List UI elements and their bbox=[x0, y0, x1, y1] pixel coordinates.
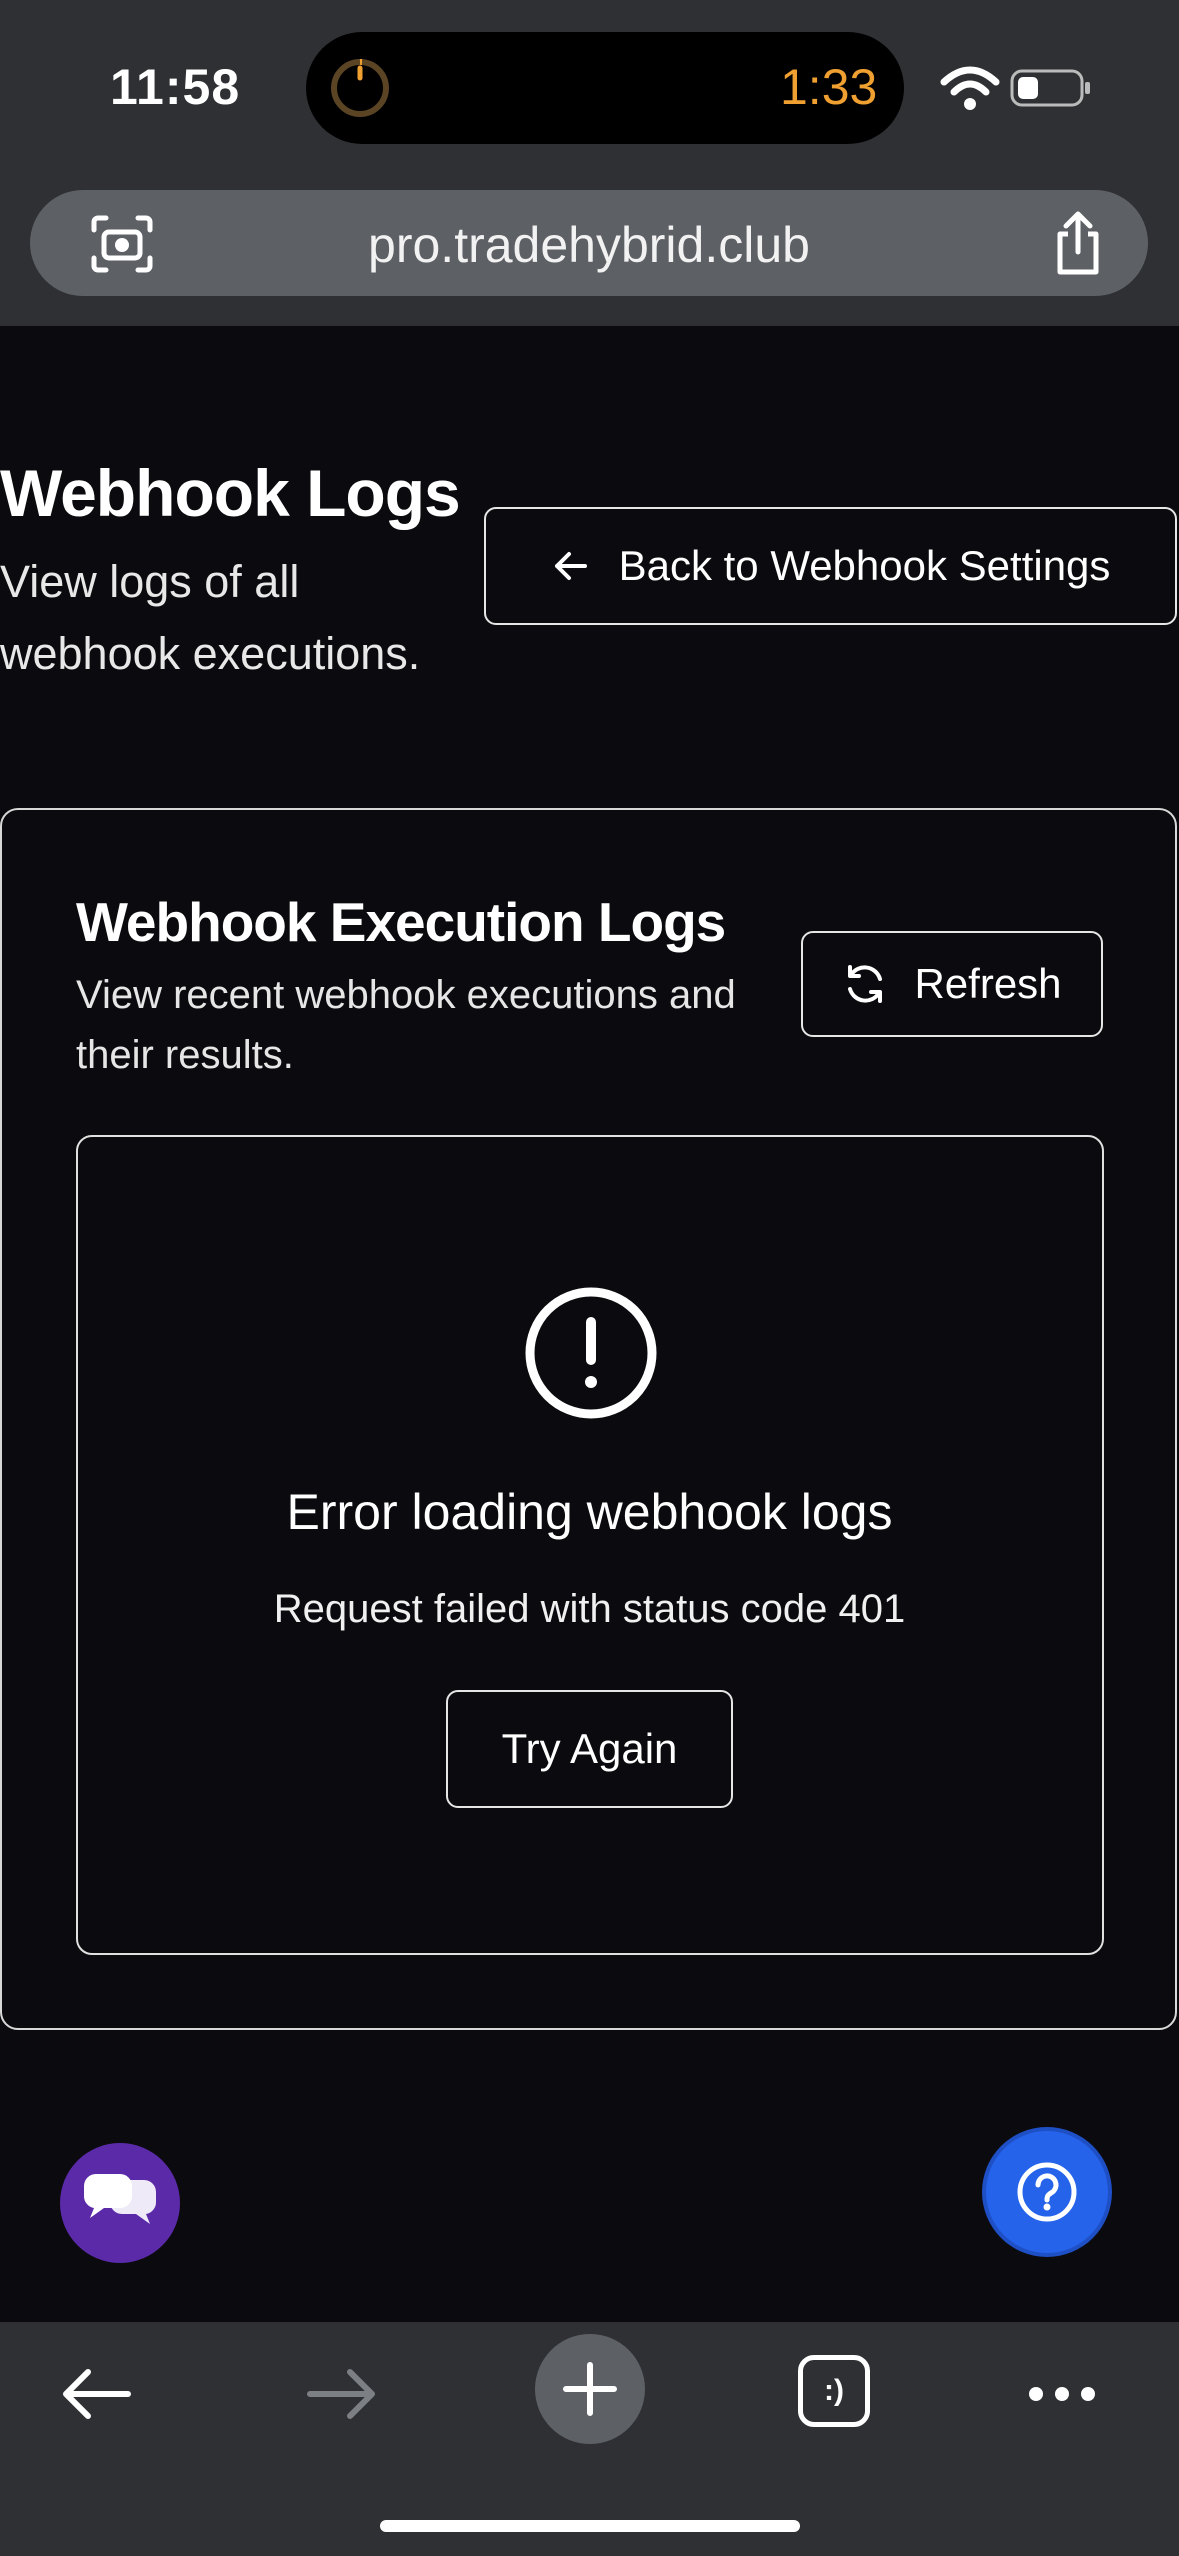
back-arrow-icon bbox=[63, 2369, 131, 2419]
timer-text: 1:33 bbox=[780, 59, 878, 115]
refresh-button-label: Refresh bbox=[914, 960, 1062, 1007]
wifi-icon bbox=[940, 66, 1000, 110]
alert-circle-icon bbox=[525, 1287, 657, 1419]
help-circle-icon bbox=[1017, 2162, 1077, 2222]
try-again-button[interactable]: Try Again bbox=[446, 1690, 733, 1808]
card-subtitle: View recent webhook executions and their… bbox=[76, 973, 736, 1077]
address-bar[interactable]: pro.tradehybrid.club bbox=[30, 190, 1148, 296]
plus-icon bbox=[563, 2362, 617, 2416]
forward-nav-button[interactable] bbox=[300, 2352, 384, 2436]
timer-ring-icon bbox=[331, 58, 389, 117]
arrow-left-icon bbox=[554, 552, 587, 580]
back-nav-button[interactable] bbox=[54, 2352, 138, 2436]
more-dots-icon bbox=[1029, 2387, 1095, 2401]
error-message: Request failed with status code 401 bbox=[273, 1587, 906, 1631]
battery-icon bbox=[1010, 69, 1090, 107]
chat-button[interactable] bbox=[60, 2143, 180, 2263]
home-indicator bbox=[380, 2520, 800, 2532]
card-title: Webhook Execution Logs bbox=[76, 891, 726, 953]
tabs-label: :) bbox=[824, 2374, 844, 2407]
new-tab-button[interactable] bbox=[535, 2334, 645, 2444]
back-to-settings-button[interactable]: Back to Webhook Settings bbox=[484, 507, 1177, 625]
more-button[interactable] bbox=[1020, 2352, 1104, 2436]
chat-bubbles-icon bbox=[83, 2174, 157, 2224]
share-icon[interactable] bbox=[1048, 208, 1108, 278]
tabs-icon[interactable]: :) bbox=[798, 2355, 870, 2427]
status-time: 11:58 bbox=[110, 59, 241, 115]
error-panel bbox=[76, 1135, 1104, 1955]
page-title: Webhook Logs bbox=[0, 456, 461, 530]
refresh-button[interactable]: Refresh bbox=[801, 931, 1103, 1037]
back-button-label: Back to Webhook Settings bbox=[618, 542, 1111, 589]
url-text[interactable]: pro.tradehybrid.club bbox=[30, 216, 1148, 274]
refresh-icon bbox=[848, 965, 883, 1003]
error-title: Error loading webhook logs bbox=[286, 1484, 893, 1540]
page-subtitle: View logs of all webhook executions. bbox=[0, 556, 421, 679]
forward-arrow-icon bbox=[307, 2369, 375, 2419]
help-button[interactable] bbox=[986, 2131, 1108, 2253]
